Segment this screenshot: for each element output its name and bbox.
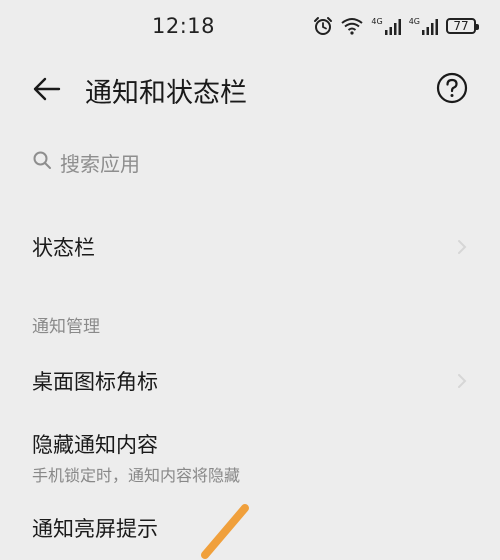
list-item-wake-screen[interactable]: 通知亮屏提示 (0, 505, 500, 547)
status-time: 12:18 (152, 14, 216, 38)
battery-level: 77 (453, 19, 469, 33)
list-item-title: 隐藏通知内容 (32, 433, 158, 457)
list-item-status-bar[interactable]: 状态栏 (0, 222, 500, 272)
wifi-icon (341, 17, 364, 35)
section-header: 通知管理 (32, 317, 100, 337)
help-icon[interactable] (436, 72, 468, 104)
search-placeholder: 搜索应用 (60, 151, 140, 176)
signal-2-label: 4G (408, 16, 420, 26)
back-arrow-icon[interactable] (32, 74, 62, 104)
page-title: 通知和状态栏 (85, 78, 247, 109)
list-item-title: 状态栏 (32, 236, 95, 260)
search-icon (32, 150, 52, 174)
chevron-right-icon (456, 373, 468, 389)
signal-1-label: 4G (371, 16, 383, 26)
signal-icon-1: 4G (371, 16, 401, 35)
list-item-hide-content[interactable]: 隐藏通知内容 手机锁定时，通知内容将隐藏 (0, 420, 500, 490)
signal-icon-2: 4G (408, 16, 438, 35)
list-item-desktop-badge[interactable]: 桌面图标角标 (0, 356, 500, 406)
chevron-right-icon (456, 239, 468, 255)
list-item-title: 桌面图标角标 (32, 370, 158, 394)
list-item-subtitle: 手机锁定时，通知内容将隐藏 (32, 466, 241, 485)
app-bar: 通知和状态栏 (0, 60, 500, 116)
search-input[interactable]: 搜索应用 (32, 146, 140, 178)
status-bar: 12:18 4G 4G 77 (0, 0, 500, 56)
battery-icon: 77 (446, 18, 479, 34)
alarm-icon (313, 16, 333, 36)
list-item-title: 通知亮屏提示 (32, 517, 158, 541)
status-icons: 4G 4G 77 (313, 16, 479, 36)
